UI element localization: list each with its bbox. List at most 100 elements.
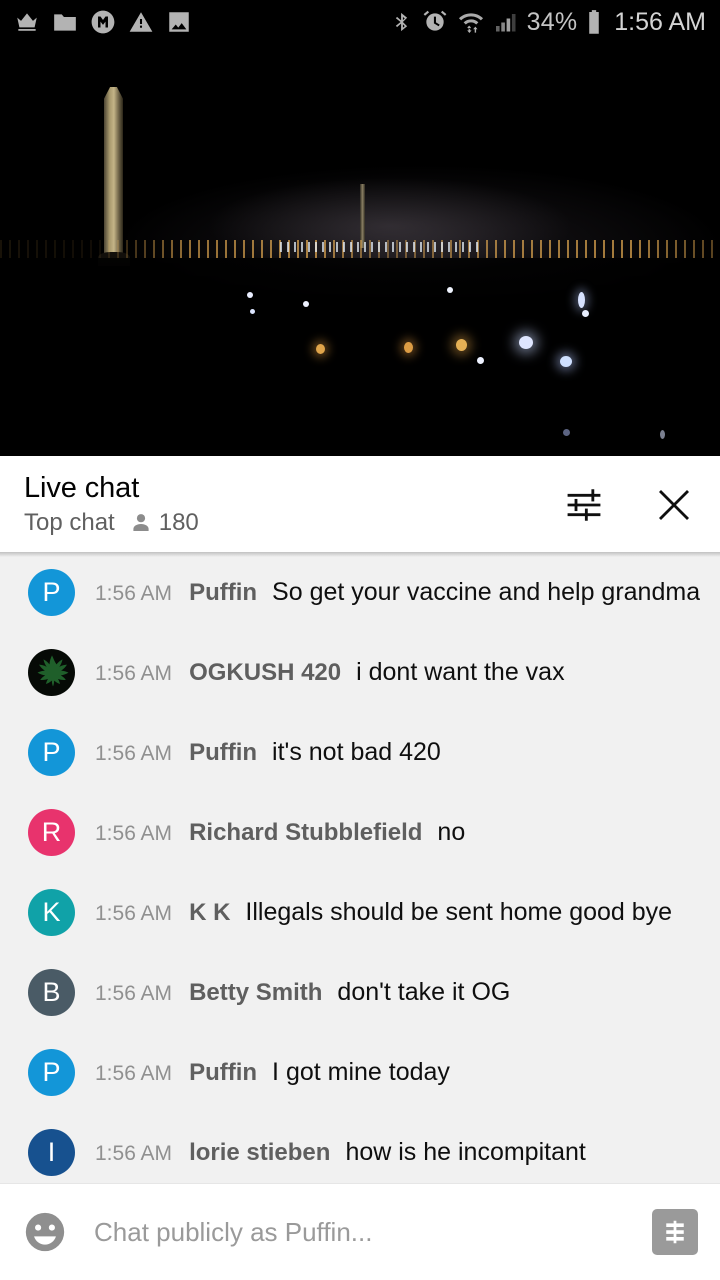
distant-spire [360, 184, 365, 248]
avatar[interactable]: I [28, 1128, 75, 1176]
chat-settings-button[interactable] [562, 483, 606, 527]
chat-message[interactable]: K 1:56 AM K K Illegals should be sent ho… [0, 872, 720, 952]
chat-input[interactable] [94, 1216, 642, 1248]
close-icon [659, 489, 689, 520]
light-point [247, 292, 253, 298]
message-author[interactable]: Puffin [189, 579, 257, 607]
chat-message[interactable]: P 1:56 AM Puffin I got mine today [0, 1032, 720, 1112]
chat-message-body: 1:56 AM K K Illegals should be sent home… [95, 898, 672, 927]
dark-foreground [0, 258, 720, 456]
avatar-initial: P [42, 1056, 61, 1087]
message-text: how is he incompitant [345, 1137, 586, 1166]
light-point [404, 342, 413, 353]
live-chat-screen: 34% 1:56 AM Live chat Top chat 180 P 1:5… [0, 0, 720, 1280]
light-point [447, 287, 453, 293]
status-bar-left-icons [14, 9, 192, 35]
superchat-button[interactable] [652, 1209, 698, 1255]
warning-icon [129, 12, 153, 32]
avatar[interactable]: R [28, 808, 75, 856]
chat-mode-label[interactable]: Top chat [24, 509, 115, 537]
signal-icon [495, 14, 516, 32]
chat-message[interactable]: I 1:56 AM lorie stieben how is he incomp… [0, 1112, 720, 1183]
chat-message-body: 1:56 AM Puffin So get your vaccine and h… [95, 578, 700, 607]
wifi-icon [458, 13, 483, 33]
chat-message-body: 1:56 AM Puffin it's not bad 420 [95, 738, 441, 767]
city-skyline-white-lights [280, 242, 480, 252]
light-point [456, 339, 467, 351]
bluetooth-icon [395, 12, 407, 32]
avatar-initial: I [47, 1136, 56, 1167]
message-author[interactable]: lorie stieben [189, 1139, 330, 1167]
message-text: no [437, 817, 466, 846]
light-point [582, 310, 589, 317]
chat-message[interactable]: 1:56 AM OGKUSH 420 i dont want the vax [0, 632, 720, 712]
avatar-initial: K [42, 896, 61, 927]
crown-icon [17, 13, 37, 31]
status-bar: 34% 1:56 AM [0, 0, 720, 44]
cannabis-leaf-icon [37, 655, 68, 687]
clock-label: 1:56 AM [614, 7, 706, 36]
viewer-count-label: 180 [158, 509, 199, 536]
chat-input-bar [0, 1183, 720, 1280]
message-text: i dont want the vax [356, 657, 565, 686]
light-point [563, 429, 570, 436]
message-text: it's not bad 420 [272, 737, 441, 766]
avatar-initial: P [42, 736, 61, 767]
video-player[interactable] [0, 44, 720, 456]
close-chat-button[interactable] [652, 483, 696, 527]
avatar-initial: P [42, 576, 61, 607]
light-point [250, 309, 255, 314]
message-timestamp: 1:56 AM [95, 901, 173, 925]
battery-icon [589, 10, 600, 34]
message-author[interactable]: K K [189, 899, 230, 927]
live-chat-header: Live chat Top chat 180 [0, 457, 720, 552]
message-timestamp: 1:56 AM [95, 1061, 173, 1085]
message-timestamp: 1:56 AM [95, 741, 173, 765]
person-icon [133, 514, 149, 531]
chat-message-body: 1:56 AM lorie stieben how is he incompit… [95, 1138, 586, 1167]
washington-monument [104, 87, 123, 255]
light-point [316, 344, 325, 354]
chat-message[interactable]: R 1:56 AM Richard Stubblefield no [0, 792, 720, 872]
message-author[interactable]: Betty Smith [189, 979, 322, 1007]
viewer-count-group: 180 [129, 509, 199, 537]
tune-icon [567, 488, 601, 521]
light-point [519, 336, 533, 349]
message-author[interactable]: OGKUSH 420 [189, 659, 341, 687]
message-timestamp: 1:56 AM [95, 981, 173, 1005]
avatar[interactable]: P [28, 728, 75, 776]
avatar[interactable]: B [28, 968, 75, 1016]
chat-header-titles: Live chat Top chat 180 [24, 472, 199, 537]
avatar[interactable]: P [28, 1048, 75, 1096]
chat-message-body: 1:56 AM Betty Smith don't take it OG [95, 978, 510, 1007]
message-text: So get your vaccine and help grandma [272, 577, 701, 606]
message-text: Illegals should be sent home good bye [245, 897, 673, 926]
message-text: don't take it OG [337, 977, 511, 1006]
message-timestamp: 1:56 AM [95, 661, 173, 685]
chat-header-subrow: Top chat 180 [24, 509, 199, 537]
dollar-bill-icon [666, 1220, 684, 1244]
avatar[interactable]: P [28, 568, 75, 616]
chat-message[interactable]: P 1:56 AM Puffin it's not bad 420 [0, 712, 720, 792]
page-title: Live chat [24, 472, 140, 504]
light-point [303, 301, 309, 307]
message-timestamp: 1:56 AM [95, 581, 173, 605]
light-point [660, 430, 665, 439]
battery-percent-label: 34% [526, 7, 578, 36]
avatar[interactable] [28, 648, 75, 696]
chat-message[interactable]: B 1:56 AM Betty Smith don't take it OG [0, 952, 720, 1032]
emoji-smiley-icon[interactable] [22, 1209, 68, 1255]
message-author[interactable]: Richard Stubblefield [189, 819, 422, 847]
chat-message[interactable]: P 1:56 AM Puffin So get your vaccine and… [0, 552, 720, 632]
chat-message-list[interactable]: P 1:56 AM Puffin So get your vaccine and… [0, 552, 720, 1183]
chat-message-body: 1:56 AM Puffin I got mine today [95, 1058, 450, 1087]
light-point [560, 356, 572, 367]
message-author[interactable]: Puffin [189, 739, 257, 767]
avatar-initial: B [42, 976, 61, 1007]
chat-header-actions [562, 483, 696, 527]
message-author[interactable]: Puffin [189, 1059, 257, 1087]
avatar[interactable]: K [28, 888, 75, 936]
light-point [578, 292, 585, 308]
folder-icon [54, 14, 76, 31]
message-timestamp: 1:56 AM [95, 821, 173, 845]
